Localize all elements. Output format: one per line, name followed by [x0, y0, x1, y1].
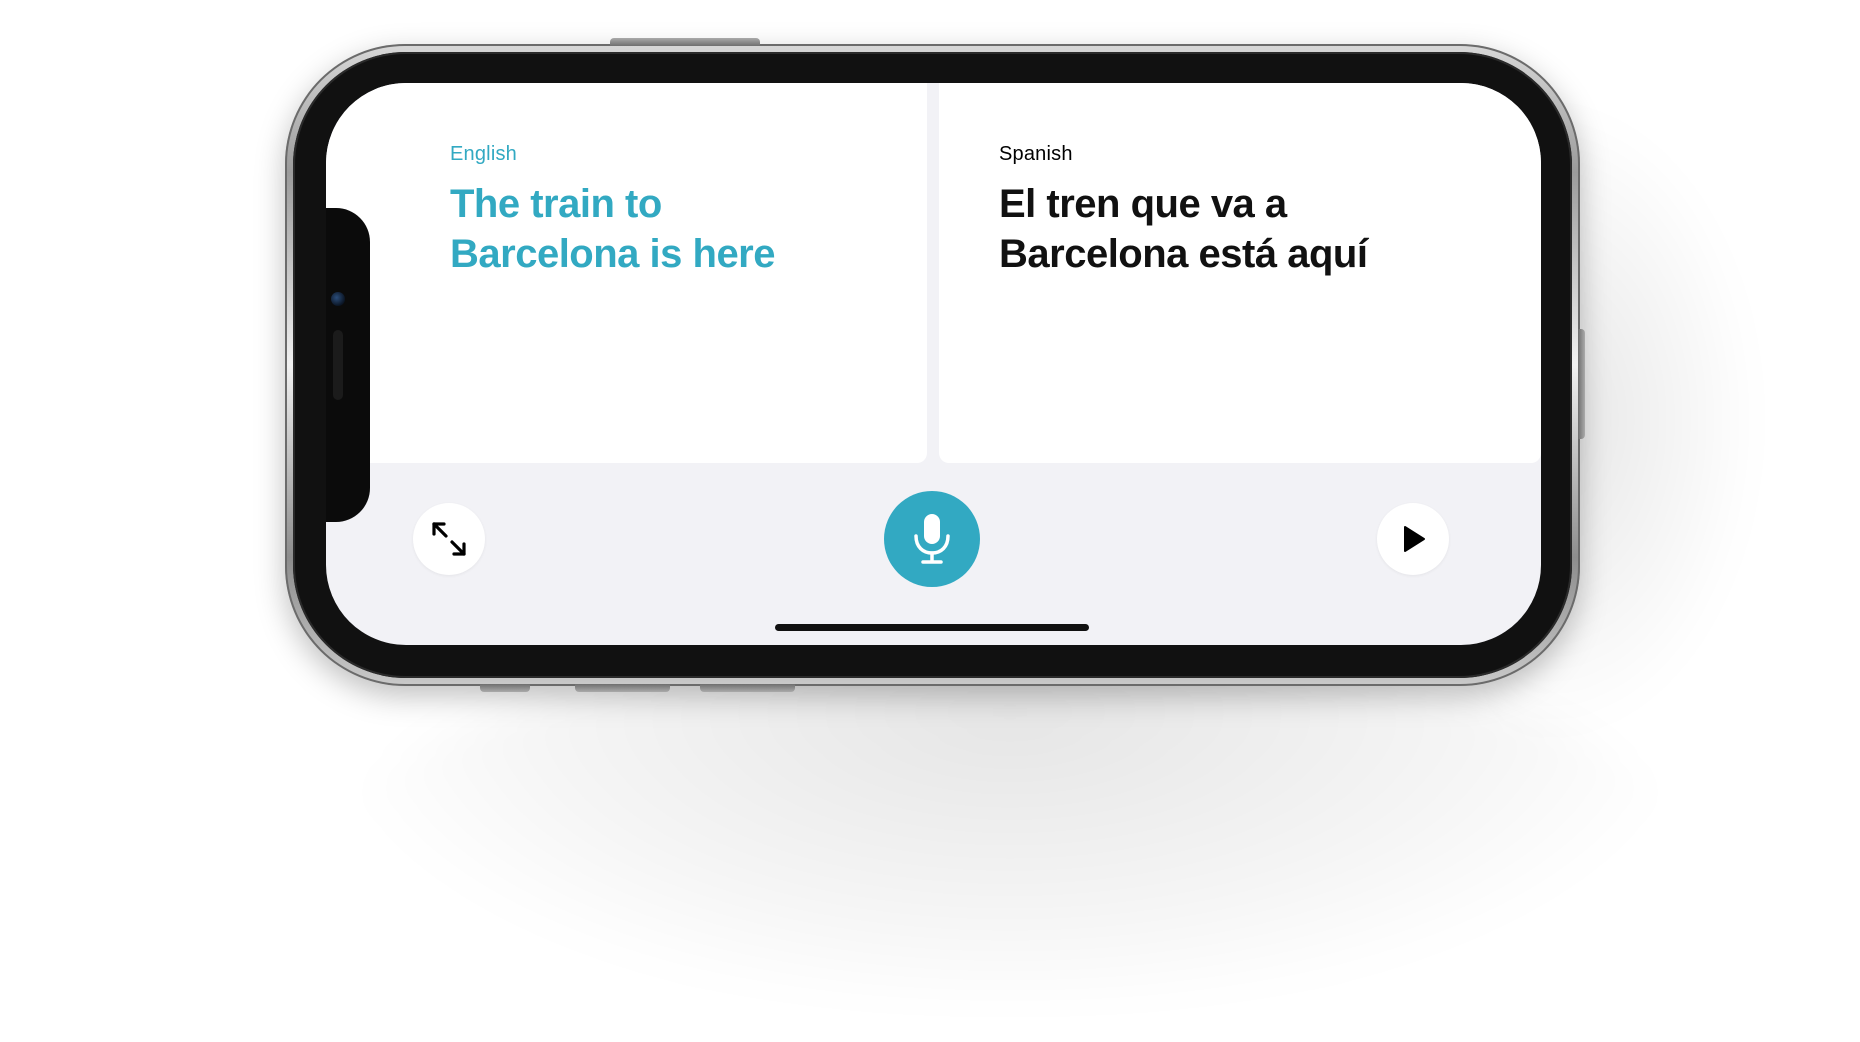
target-language-label[interactable]: Spanish — [999, 143, 1073, 166]
home-indicator[interactable] — [775, 624, 1089, 631]
microphone-button[interactable] — [884, 491, 980, 587]
phone-ring-switch — [480, 684, 530, 692]
play-icon — [1404, 526, 1425, 552]
source-panel[interactable]: English The train to Barcelona is here — [326, 83, 927, 463]
play-button[interactable] — [1377, 503, 1449, 575]
phone-volume-up — [575, 684, 670, 692]
microphone-icon — [914, 514, 950, 564]
expand-button[interactable] — [413, 503, 485, 575]
device-shadow-floor — [360, 640, 1660, 1000]
earpiece-speaker — [333, 330, 343, 400]
phone-volume-down — [700, 684, 795, 692]
target-text: El tren que va a Barcelona está aquí — [999, 182, 1368, 276]
expand-arrows-icon — [432, 522, 466, 556]
target-panel[interactable]: Spanish El tren que va a Barcelona está … — [939, 83, 1541, 463]
source-language-label[interactable]: English — [450, 143, 517, 166]
source-text: The train to Barcelona is here — [450, 182, 776, 276]
device-render: English The train to Barcelona is here S… — [0, 0, 1860, 1042]
front-camera — [331, 292, 345, 306]
phone-side-button-top — [610, 38, 760, 46]
phone-power-button — [1578, 329, 1585, 439]
